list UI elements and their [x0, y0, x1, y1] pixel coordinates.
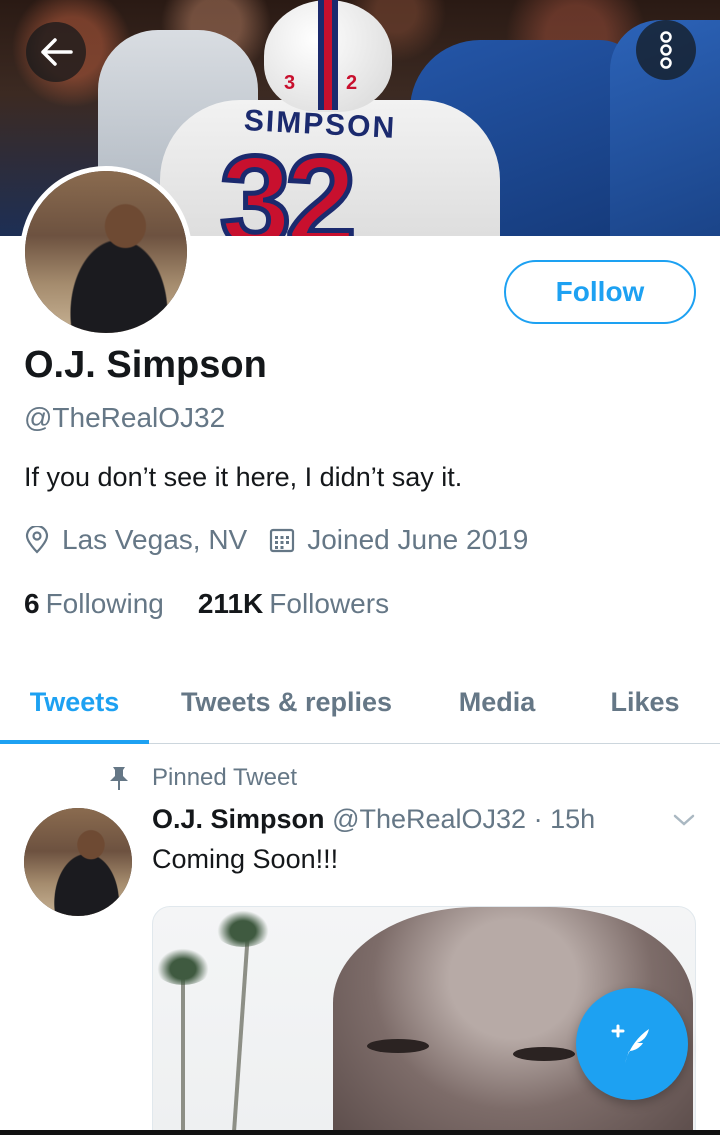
- helmet-number-right: 2: [346, 72, 358, 94]
- location-pin-icon: [25, 526, 49, 554]
- tab-tweets[interactable]: Tweets: [0, 660, 149, 744]
- avatar-photo: [25, 171, 187, 333]
- profile-bio: If you don’t see it here, I didn’t say i…: [24, 462, 463, 492]
- tweet-author-name[interactable]: O.J. Simpson: [152, 804, 325, 834]
- tab-tweets-and-replies[interactable]: Tweets & replies: [149, 660, 424, 744]
- calendar-icon: [270, 528, 295, 553]
- profile-meta: Las Vegas, NV Joined June 2019: [24, 524, 550, 556]
- followers-count: 211K: [197, 588, 264, 619]
- profile-name: O.J. Simpson: [24, 344, 267, 386]
- compose-tweet-icon: [611, 1024, 649, 1063]
- palm-top-right: [213, 907, 273, 947]
- compose-tweet-button[interactable]: [576, 988, 688, 1100]
- palm-top-left: [153, 945, 213, 985]
- following-label: Following: [45, 588, 164, 619]
- tweet-header: O.J. Simpson @TheRealOJ32 · 15h: [152, 804, 595, 835]
- profile-tabs: Tweets Tweets & replies Media Likes: [0, 660, 720, 744]
- tab-media[interactable]: Media: [424, 660, 570, 744]
- profile-location: Las Vegas, NV: [24, 524, 247, 556]
- media-eye-left: [367, 1039, 429, 1053]
- following-count: 6: [24, 588, 40, 619]
- pinned-tweet-label: Pinned Tweet: [108, 764, 297, 792]
- jersey-number: 32: [217, 128, 358, 237]
- profile-avatar[interactable]: [20, 166, 192, 338]
- profile-handle: @TheRealOJ32: [24, 402, 226, 433]
- more-options-button[interactable]: [636, 20, 696, 80]
- helmet-number-left: 3: [284, 72, 296, 94]
- back-button[interactable]: [26, 22, 86, 82]
- back-arrow-icon: [41, 38, 73, 66]
- tweet-author-avatar[interactable]: [24, 808, 132, 916]
- chevron-down-icon: [673, 814, 695, 826]
- banner-helmet-stripe: [318, 0, 338, 110]
- palm-trunk-right: [231, 927, 251, 1134]
- pin-icon: [110, 767, 128, 790]
- bottom-edge-bar: [0, 1130, 720, 1135]
- tweet-author-handle: @TheRealOJ32: [332, 804, 527, 834]
- profile-counts: 6 Following 211K Followers: [24, 588, 423, 620]
- tweet-time: · 15h: [533, 804, 596, 834]
- followers-link[interactable]: 211K Followers: [198, 588, 389, 620]
- follow-button[interactable]: Follow: [504, 260, 696, 324]
- location-text: Las Vegas, NV: [62, 524, 248, 555]
- tweet-avatar-photo: [24, 808, 132, 916]
- tweet-text: Coming Soon!!!: [152, 844, 339, 874]
- profile-joined: Joined June 2019: [269, 524, 528, 556]
- tab-likes[interactable]: Likes: [570, 660, 720, 744]
- followers-label: Followers: [269, 588, 390, 619]
- joined-text: Joined June 2019: [307, 524, 529, 555]
- pinned-text: Pinned Tweet: [152, 764, 297, 791]
- palm-trunk-left: [181, 967, 185, 1134]
- more-options-icon: [660, 31, 672, 69]
- active-tab-indicator: [0, 740, 149, 744]
- tweet-menu-button[interactable]: [672, 812, 696, 833]
- media-eye-right: [513, 1047, 575, 1061]
- following-link[interactable]: 6 Following: [24, 588, 164, 620]
